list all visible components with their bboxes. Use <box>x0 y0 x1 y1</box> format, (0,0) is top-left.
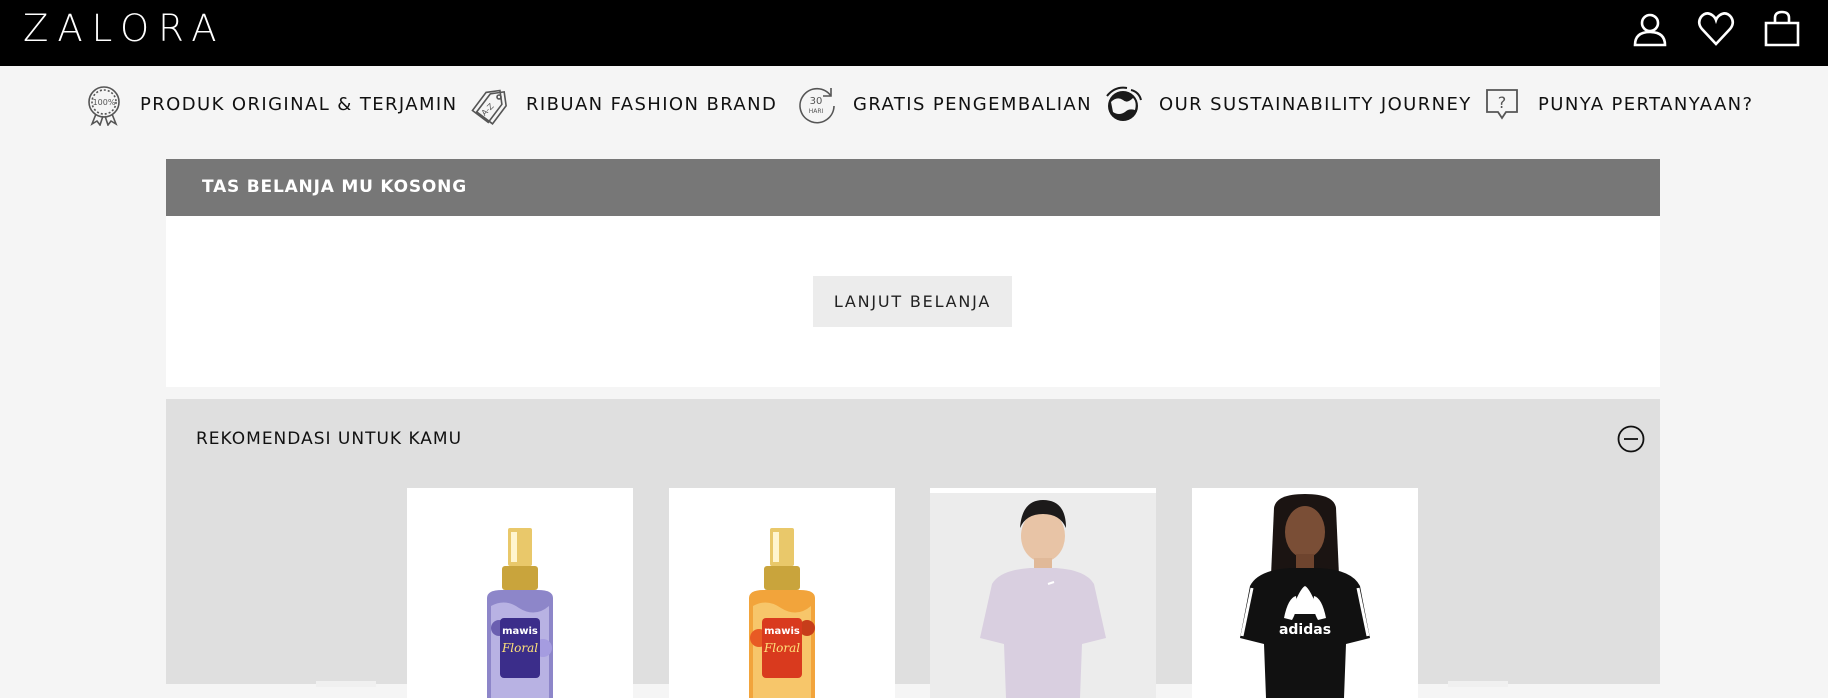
empty-bag-title: TAS BELANJA MU KOSONG <box>202 177 467 197</box>
account-user-icon[interactable] <box>1631 10 1669 48</box>
return-30-days-icon: 30 HARI <box>795 82 839 126</box>
product-image: adidas <box>1192 488 1418 698</box>
usp-label: OUR SUSTAINABILITY JOURNEY <box>1159 93 1472 115</box>
product-card-adidas-tee[interactable]: adidas <box>1192 488 1418 698</box>
earth-icon <box>1101 82 1145 126</box>
product-card-violet-mist[interactable]: mawis Floral <box>407 488 633 698</box>
usp-brands[interactable]: A-Z RIBUAN FASHION BRAND <box>468 80 777 128</box>
svg-text:adidas: adidas <box>1279 622 1331 638</box>
product-image: mawis Floral <box>669 488 895 698</box>
wishlist-heart-icon[interactable] <box>1697 10 1735 48</box>
recommendations-section: REKOMENDASI UNTUK KAMU mawis Floral mawi… <box>166 399 1660 698</box>
product-card-lilac-tee[interactable] <box>930 488 1156 698</box>
svg-text:?: ? <box>1498 93 1507 112</box>
zalora-logo[interactable]: ZALORA <box>23 6 226 52</box>
usp-label: PRODUK ORIGINAL & TERJAMIN <box>140 93 458 115</box>
usp-sustainability[interactable]: OUR SUSTAINABILITY JOURNEY <box>1101 80 1472 128</box>
continue-shopping-button[interactable]: LANJUT BELANJA <box>813 276 1012 327</box>
svg-text:100%: 100% <box>93 98 116 107</box>
tags-icon: A-Z <box>468 82 512 126</box>
svg-text:HARI: HARI <box>809 108 824 115</box>
product-image <box>930 488 1156 698</box>
carousel-next-stub[interactable] <box>1448 681 1508 687</box>
svg-text:mawis: mawis <box>764 626 800 637</box>
product-image: mawis Floral <box>407 488 633 698</box>
top-header: ZALORA <box>0 0 1828 66</box>
recommendations-title: REKOMENDASI UNTUK KAMU <box>196 429 463 449</box>
svg-text:Floral: Floral <box>763 641 800 655</box>
original-badge-icon: 100% <box>82 82 126 127</box>
usp-free-returns[interactable]: 30 HARI GRATIS PENGEMBALIAN <box>795 80 1092 128</box>
minus-circle-icon[interactable] <box>1617 425 1645 453</box>
empty-bag-header: TAS BELANJA MU KOSONG <box>166 159 1660 216</box>
svg-text:mawis: mawis <box>502 626 538 637</box>
usp-label: PUNYA PERTANYAAN? <box>1538 93 1754 115</box>
product-card-summer-mist[interactable]: mawis Floral <box>669 488 895 698</box>
svg-text:30: 30 <box>810 96 823 107</box>
question-bubble-icon: ? <box>1480 82 1524 126</box>
carousel-prev-stub[interactable] <box>316 681 376 687</box>
usp-original[interactable]: 100% PRODUK ORIGINAL & TERJAMIN <box>82 80 458 128</box>
usp-questions[interactable]: ? PUNYA PERTANYAAN? <box>1480 80 1753 128</box>
empty-bag-panel: LANJUT BELANJA <box>166 216 1660 387</box>
svg-text:Floral: Floral <box>501 641 538 655</box>
usp-label: RIBUAN FASHION BRAND <box>526 93 778 115</box>
usp-label: GRATIS PENGEMBALIAN <box>853 93 1093 115</box>
shopping-bag-icon[interactable] <box>1763 10 1801 48</box>
